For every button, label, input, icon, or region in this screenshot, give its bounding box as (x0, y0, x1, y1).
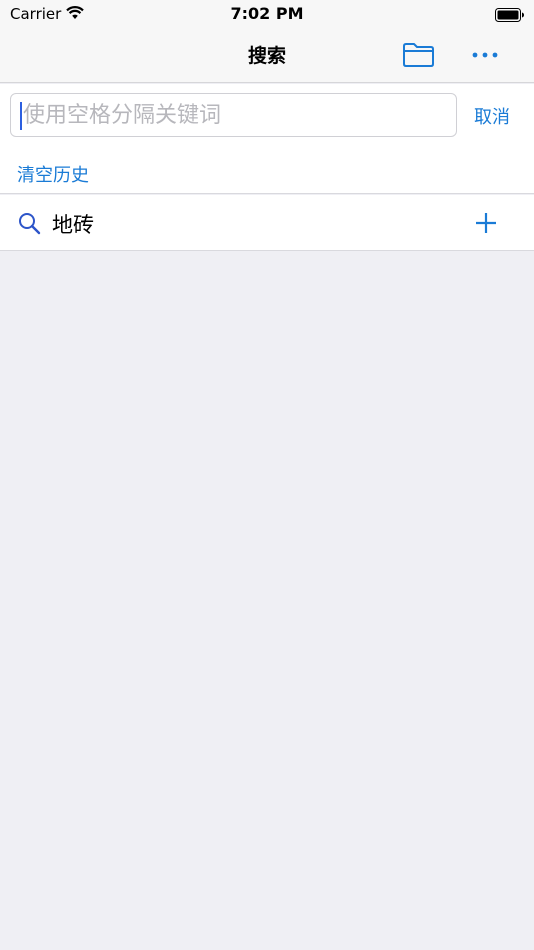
clear-history-button[interactable]: 清空历史 (17, 161, 89, 187)
folder-icon[interactable] (402, 42, 435, 68)
page-title: 搜索 (247, 45, 286, 67)
status-bar: Carrier 7:02 PM (0, 0, 534, 28)
search-screen: Carrier 7:02 PM 搜索 使用空格分隔关键词 取消 清空历史 地砖 (0, 0, 534, 950)
more-icon[interactable] (470, 46, 500, 64)
navigation-bar: 搜索 (0, 28, 534, 83)
search-area: 取消 清空历史 (0, 84, 534, 194)
history-item-label: 地砖 (52, 213, 94, 237)
plus-icon[interactable] (474, 211, 498, 239)
text-cursor (20, 102, 22, 130)
search-field[interactable] (10, 93, 457, 137)
cancel-button[interactable]: 取消 (474, 103, 510, 129)
search-input[interactable] (23, 94, 448, 136)
status-time: 7:02 PM (230, 4, 304, 23)
search-icon (17, 211, 41, 239)
list-item[interactable]: 地砖 (0, 195, 534, 251)
battery-icon (495, 7, 525, 26)
